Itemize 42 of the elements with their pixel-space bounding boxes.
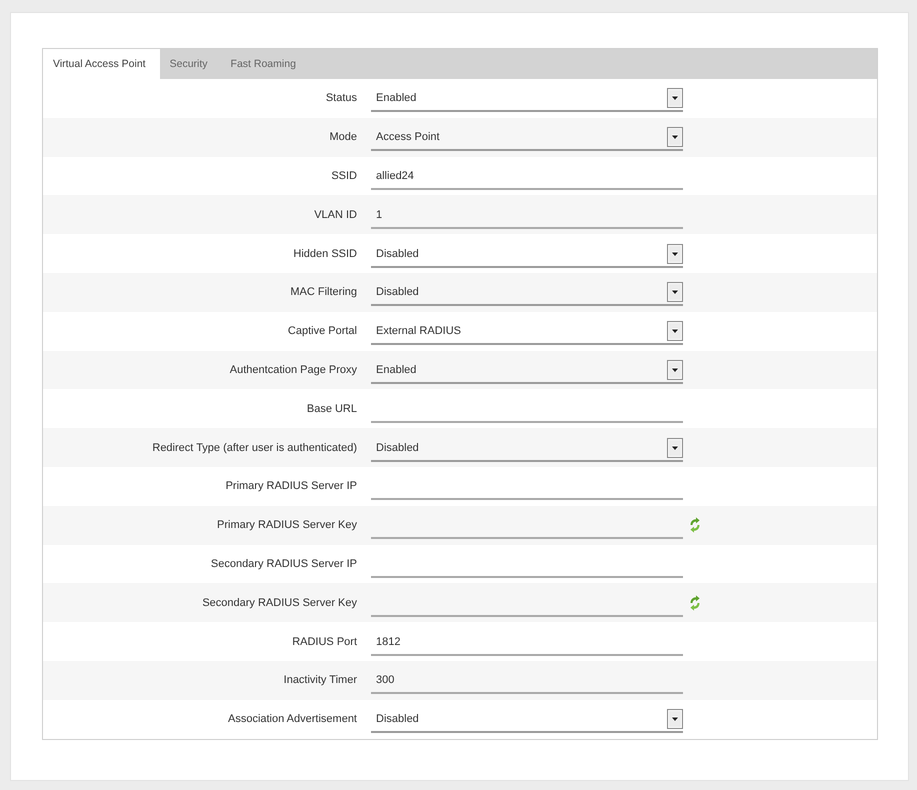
field-label: Status [326, 92, 357, 104]
field-label: Mode [329, 131, 357, 144]
text-field[interactable]: 300 [371, 668, 683, 694]
select-field[interactable]: External RADIUS [371, 319, 683, 346]
select-field[interactable]: Enabled [371, 86, 683, 112]
field-label: RADIUS Port [292, 636, 357, 648]
tab[interactable]: Security [160, 49, 221, 79]
select-field[interactable]: Disabled [371, 280, 683, 306]
field-label: Primary RADIUS Server Key [217, 519, 357, 532]
dropdown-caret-icon[interactable] [667, 709, 683, 730]
dropdown-caret-icon[interactable] [667, 244, 683, 264]
field-label: Base URL [306, 402, 357, 415]
tab[interactable]: Fast Roaming [220, 49, 309, 79]
text-field[interactable]: 1812 [371, 630, 683, 656]
field-label: Hidden SSID [293, 248, 357, 260]
refresh-icon[interactable] [688, 594, 702, 611]
select-field[interactable]: Disabled [371, 707, 683, 734]
dropdown-caret-icon[interactable] [667, 360, 683, 380]
select-field[interactable]: Disabled [371, 242, 683, 268]
select-field[interactable]: Enabled [371, 358, 683, 384]
dropdown-caret-icon[interactable] [667, 321, 683, 342]
field-label: Secondary RADIUS Server IP [210, 558, 357, 570]
refresh-icon[interactable] [688, 517, 702, 534]
dropdown-caret-icon[interactable] [667, 88, 683, 108]
text-field[interactable]: 1 [371, 202, 683, 229]
dropdown-caret-icon[interactable] [667, 282, 683, 302]
select-field[interactable]: Access Point [371, 125, 683, 152]
dropdown-caret-icon[interactable] [667, 127, 683, 148]
text-field[interactable]: allied24 [371, 164, 683, 190]
field-label: Association Advertisement [228, 713, 357, 726]
field-label: VLAN ID [314, 208, 357, 221]
dropdown-caret-icon[interactable] [667, 438, 683, 458]
field-label: MAC Filtering [290, 286, 357, 298]
field-label: Inactivity Timer [284, 674, 357, 686]
field-label: Captive Portal [288, 325, 357, 338]
field-label: Redirect Type (after user is authenticated) [152, 442, 357, 454]
field-label: Primary RADIUS Server IP [226, 480, 357, 492]
field-label: Authentcation Page Proxy [230, 364, 357, 376]
field-label: SSID [331, 170, 357, 182]
select-field[interactable]: Disabled [371, 436, 683, 462]
tab[interactable]: Virtual Access Point [43, 49, 160, 79]
field-label: Secondary RADIUS Server Key [202, 596, 357, 609]
